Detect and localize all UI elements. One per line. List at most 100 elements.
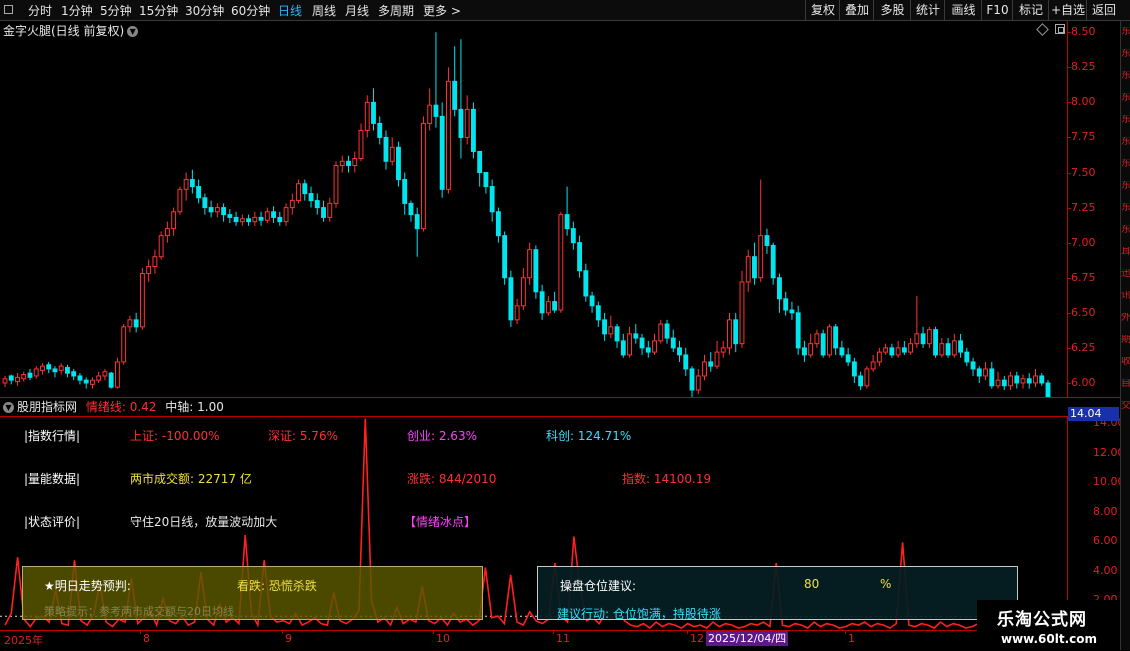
- stock-title-text: 金字火腿(日线 前复权): [3, 24, 125, 38]
- period-tab-15min[interactable]: 15分钟: [139, 2, 178, 19]
- candle-body: [801, 347, 807, 356]
- indicator-dropdown-icon[interactable]: ▼: [3, 402, 14, 413]
- candle-body: [489, 186, 495, 213]
- mark-button[interactable]: 标记: [1012, 0, 1049, 20]
- stats-button[interactable]: 统计: [910, 0, 945, 20]
- f10-button[interactable]: F10: [981, 0, 1013, 20]
- price-tick-label: 7.25: [1071, 200, 1096, 214]
- candle: [770, 242, 776, 285]
- maximize-icon[interactable]: [1055, 24, 1065, 34]
- candle: [614, 324, 620, 348]
- candle-body: [227, 214, 233, 218]
- candle-body: [870, 361, 876, 370]
- candle-body: [602, 319, 608, 335]
- period-tab-weekly[interactable]: 周线: [312, 2, 336, 19]
- candle: [458, 39, 464, 159]
- candle: [495, 207, 501, 243]
- candle-body: [202, 197, 208, 209]
- dropdown-circle-icon[interactable]: ▼: [127, 26, 139, 37]
- candle-body: [289, 200, 295, 209]
- candle-body: [908, 343, 914, 353]
- candle: [139, 267, 145, 330]
- candle-body: [71, 371, 77, 377]
- candle: [714, 340, 720, 369]
- multi-stock-button[interactable]: 多股: [873, 0, 911, 20]
- candle-body: [427, 104, 433, 124]
- candle-body: [214, 207, 220, 213]
- period-tab-5min[interactable]: 5分钟: [100, 2, 132, 19]
- candle-body: [995, 379, 1001, 387]
- candle-body: [77, 375, 83, 381]
- candle-body: [920, 333, 926, 345]
- candle: [177, 186, 183, 215]
- candle-body: [495, 211, 501, 237]
- period-tab-daily[interactable]: 日线: [278, 2, 302, 19]
- position-value: 80: [804, 577, 820, 591]
- add-watchlist-button[interactable]: +自选: [1048, 0, 1087, 20]
- candle-body: [752, 256, 757, 279]
- candle: [608, 315, 614, 339]
- period-tab-more[interactable]: 更多 >: [423, 2, 461, 19]
- candle: [77, 373, 83, 385]
- time-label-sep: 9: [285, 632, 292, 645]
- price-tick-mark: [1067, 137, 1071, 139]
- draw-button[interactable]: 画线: [944, 0, 982, 20]
- candle-body: [339, 160, 345, 167]
- candle-body: [302, 183, 308, 195]
- price-chart-panel[interactable]: [0, 21, 1067, 397]
- indicator-name[interactable]: 股朋指标网: [17, 400, 77, 414]
- position-action: 建议行动: 仓位饱满，持股待涨: [557, 607, 721, 621]
- candle-body: [514, 305, 520, 321]
- candle: [720, 340, 726, 358]
- adjust-button[interactable]: 复权: [805, 0, 840, 20]
- candle: [83, 377, 89, 389]
- candle: [27, 368, 33, 381]
- candle: [645, 340, 651, 358]
- candle-body: [1014, 375, 1020, 384]
- side-column-char: 东: [1121, 115, 1130, 125]
- candle-body: [65, 367, 70, 374]
- price-tick-mark: [1067, 67, 1071, 69]
- candle-body: [645, 347, 651, 353]
- candle: [158, 231, 164, 260]
- side-info-column[interactable]: 东东东东东东东东东东耳迅讯外期收自交: [1120, 21, 1130, 650]
- period-tab-30min[interactable]: 30分钟: [185, 2, 224, 19]
- candle: [321, 200, 326, 222]
- price-tick-mark: [1067, 102, 1071, 104]
- overlay-button[interactable]: 叠加: [839, 0, 874, 20]
- period-tab-multi[interactable]: 多周期: [378, 2, 414, 19]
- candle: [783, 291, 789, 316]
- volume-row-label: |量能数据|: [24, 472, 81, 486]
- back-button[interactable]: 返回: [1086, 0, 1121, 20]
- candle: [1045, 380, 1051, 397]
- candle-body: [833, 326, 839, 349]
- candle: [658, 319, 664, 344]
- candle-body: [171, 211, 177, 230]
- candle: [452, 46, 458, 117]
- candle: [677, 340, 682, 362]
- candle-body: [745, 256, 751, 283]
- candle-body: [133, 319, 139, 328]
- candle-body: [652, 340, 657, 353]
- period-tab-fenshi[interactable]: 分时: [28, 2, 52, 19]
- candle-body: [127, 319, 133, 328]
- candle: [545, 295, 551, 316]
- window-menu-icon[interactable]: [4, 5, 13, 14]
- candle-body: [570, 228, 576, 244]
- candle-body: [564, 214, 570, 230]
- candle: [964, 347, 970, 367]
- candle: [1039, 373, 1045, 386]
- candle-body: [876, 351, 882, 363]
- candle: [808, 333, 814, 358]
- period-tab-60min[interactable]: 60分钟: [231, 2, 270, 19]
- candle-body: [864, 368, 870, 387]
- candle-body: [589, 295, 595, 307]
- candle-body: [2, 378, 8, 384]
- candle: [864, 366, 870, 389]
- candle-body: [108, 372, 114, 388]
- candle: [814, 329, 820, 348]
- period-tab-monthly[interactable]: 月线: [345, 2, 369, 19]
- candle: [1026, 373, 1032, 389]
- stock-title[interactable]: 金字火腿(日线 前复权) ▼: [3, 22, 139, 39]
- period-tab-1min[interactable]: 1分钟: [61, 2, 93, 19]
